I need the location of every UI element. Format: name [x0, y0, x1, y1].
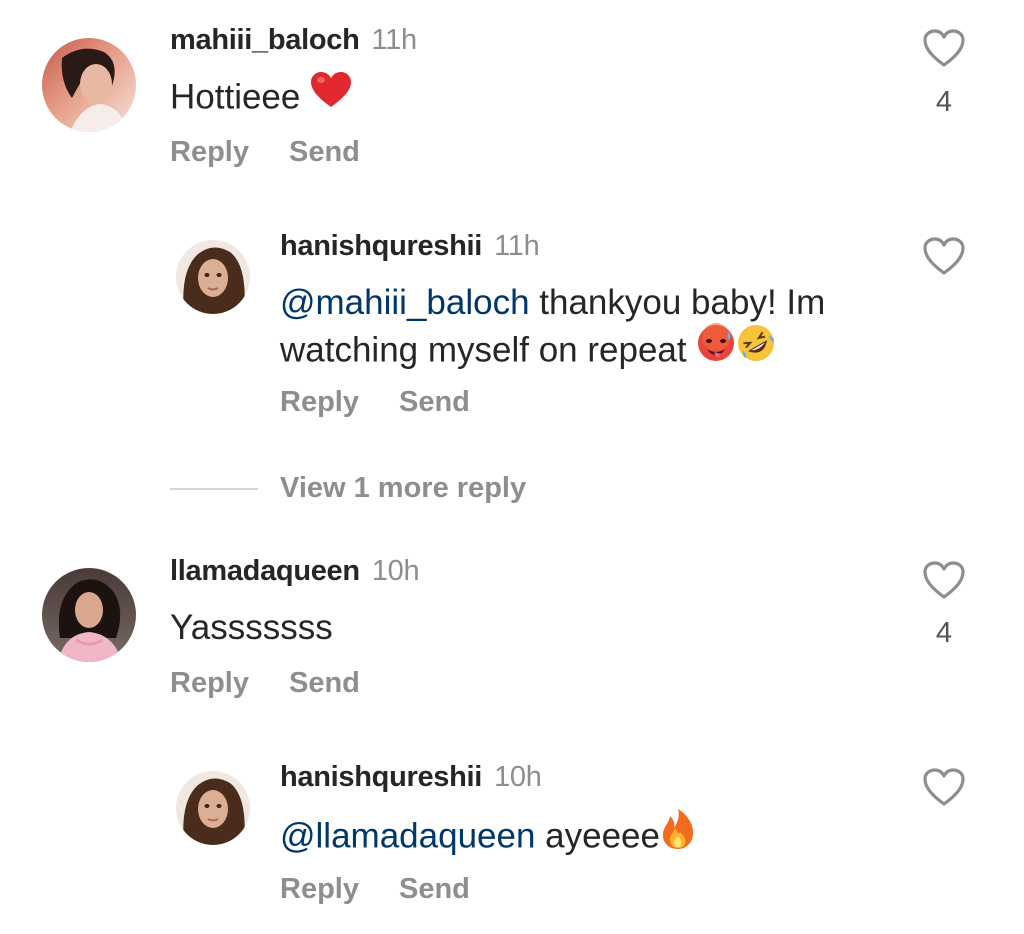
mention-link[interactable]: @llamadaqueen: [280, 816, 535, 855]
reply-time: 11h: [494, 230, 540, 262]
like-heart-icon[interactable]: [922, 767, 966, 807]
view-more-label[interactable]: View 1 more reply: [280, 472, 526, 504]
like-heart-icon[interactable]: [922, 28, 966, 68]
divider-line: [170, 487, 258, 490]
reply-actions: Reply Send: [280, 386, 470, 419]
rolling-laughing-icon: [736, 323, 776, 375]
reply-username[interactable]: hanishqureshii 11h: [280, 230, 540, 263]
reply-actions: Reply Send: [280, 873, 470, 906]
reply-text: @llamadaqueen ayeeee: [280, 808, 880, 865]
hot-face-icon: [696, 323, 736, 375]
comment-actions: Reply Send: [170, 667, 360, 700]
send-button[interactable]: Send: [289, 667, 360, 700]
reply-button[interactable]: Reply: [280, 386, 359, 419]
like-heart-icon[interactable]: [922, 236, 966, 276]
avatar[interactable]: [176, 771, 250, 845]
reply-button[interactable]: Reply: [280, 873, 359, 906]
mention-link[interactable]: @mahiii_baloch: [280, 283, 530, 322]
red-heart-icon: [310, 71, 352, 121]
like-count: 4: [935, 617, 953, 649]
reply-username[interactable]: hanishqureshii 10h: [280, 761, 542, 794]
reply-text: @mahiii_baloch thankyou baby! Im watchin…: [280, 280, 880, 378]
fire-icon: [660, 808, 696, 862]
like-count: 4: [935, 86, 953, 118]
send-button[interactable]: Send: [399, 873, 470, 906]
send-button[interactable]: Send: [399, 386, 470, 419]
comment-text: Hottieee: [170, 71, 352, 124]
comment-time: 11h: [371, 24, 418, 56]
send-button[interactable]: Send: [289, 136, 360, 169]
reply-time: 10h: [494, 761, 542, 793]
comment-username[interactable]: mahiii_baloch 11h: [170, 24, 417, 57]
avatar[interactable]: [42, 38, 136, 132]
comment-actions: Reply Send: [170, 136, 360, 169]
like-heart-icon[interactable]: [922, 560, 966, 600]
comment-username[interactable]: llamadaqueen 10h: [170, 555, 420, 588]
comment-text: Yasssssss: [170, 608, 333, 647]
comment-time: 10h: [371, 555, 420, 587]
reply-button[interactable]: Reply: [170, 136, 249, 169]
reply-button[interactable]: Reply: [170, 667, 249, 700]
avatar[interactable]: [176, 240, 250, 314]
view-more-replies[interactable]: View 1 more reply: [170, 472, 526, 505]
avatar[interactable]: [42, 568, 136, 662]
